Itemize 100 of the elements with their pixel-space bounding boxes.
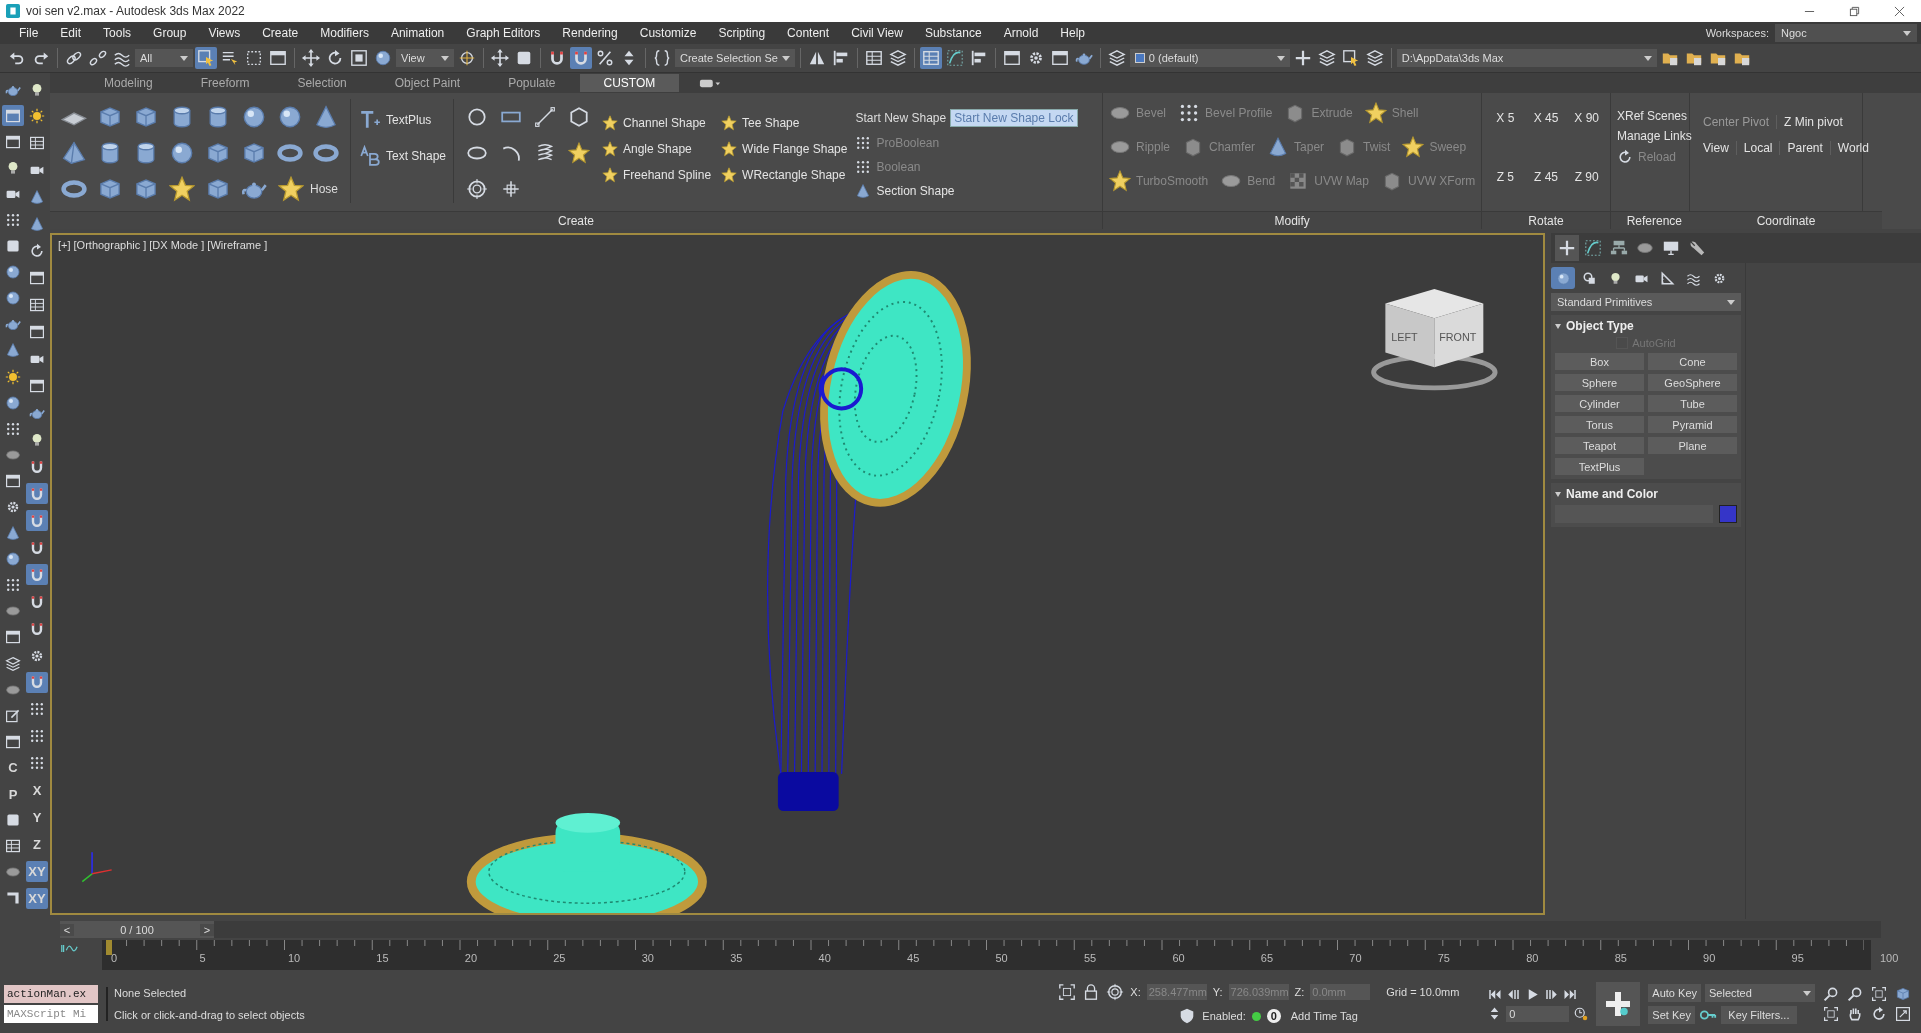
time-slider-track[interactable]: < 0 / 100 > <box>60 921 1881 938</box>
add-time-tag-button[interactable]: Add Time Tag <box>1286 1010 1358 1022</box>
object-type-button[interactable]: TextPlus <box>1555 458 1644 475</box>
ribbon-button[interactable]: Freehand Spline <box>602 167 712 183</box>
view-cube-label[interactable]: FRONT <box>1439 330 1477 343</box>
maxscript-mini-field[interactable]: MAXScript Mi <box>4 1005 98 1023</box>
magnet-icon[interactable] <box>26 564 48 586</box>
menu-item[interactable]: File <box>8 26 50 40</box>
close-icon[interactable] <box>1894 5 1905 17</box>
set-keys-icon[interactable] <box>1596 982 1641 1026</box>
auto-key-button[interactable]: Auto Key <box>1648 984 1701 1002</box>
move-icon[interactable] <box>300 47 322 69</box>
menu-item[interactable]: Views <box>197 26 252 40</box>
menu-item[interactable]: Animation <box>379 26 456 40</box>
ribbon-tab[interactable]: Object Paint <box>370 74 485 92</box>
ribbon-button[interactable]: Section Shape <box>855 183 1078 199</box>
current-frame-field[interactable]: 0 <box>1506 1005 1570 1022</box>
ribbon-toggle-icon[interactable] <box>699 77 722 89</box>
object-type-button[interactable]: Tube <box>1648 395 1737 412</box>
menu-item[interactable]: Civil View <box>840 26 914 40</box>
ribbon-button[interactable]: Tee Shape <box>721 115 848 131</box>
ribbon-button[interactable]: TextPlus <box>359 109 445 131</box>
menu-item[interactable]: Modifiers <box>309 26 380 40</box>
object-type-button[interactable]: GeoSphere <box>1648 374 1737 391</box>
toolbar-dropdown[interactable]: All <box>135 49 193 67</box>
move-icon[interactable] <box>489 47 511 69</box>
ribbon-button[interactable]: WRectangle Shape <box>721 167 848 183</box>
menu-item[interactable]: Scripting <box>707 26 777 40</box>
workspaces-dropdown[interactable]: Ngoc <box>1775 24 1917 42</box>
rotate-button[interactable]: Z 45 <box>1528 170 1564 184</box>
select-icon[interactable] <box>195 47 217 69</box>
menu-item[interactable]: Group <box>142 26 198 40</box>
viewport-label[interactable]: [Orthographic ] <box>73 239 147 251</box>
ribbon-tab[interactable]: Populate <box>484 74 580 92</box>
menu-item[interactable]: Rendering <box>551 26 629 40</box>
rotate-button[interactable]: Z 90 <box>1569 170 1604 184</box>
next-frame-button[interactable]: > <box>200 923 214 936</box>
enabled-indicator[interactable] <box>1251 1011 1261 1021</box>
table-icon[interactable] <box>919 47 942 69</box>
ribbon-button[interactable]: Wide Flange Shape <box>721 141 848 157</box>
previous-frame-button[interactable]: < <box>60 923 74 936</box>
category-dropdown[interactable]: Standard Primitives <box>1551 293 1741 311</box>
current-frame-marker[interactable] <box>106 940 112 955</box>
object-type-button[interactable]: Teapot <box>1555 437 1644 454</box>
key-filters-button[interactable]: Key Filters... <box>1720 1006 1797 1024</box>
viewport-label[interactable]: [Wireframe ] <box>207 239 268 251</box>
coordinate-system-button[interactable]: Parent <box>1779 141 1830 155</box>
magnet-icon[interactable] <box>26 510 48 532</box>
rotate-button[interactable]: Z 5 <box>1488 170 1523 184</box>
plus-icon[interactable] <box>1555 235 1579 261</box>
object-type-button[interactable]: Torus <box>1555 416 1644 433</box>
rotate-button[interactable]: X 45 <box>1528 111 1564 125</box>
rollout-arrow-icon[interactable] <box>1555 491 1561 497</box>
object-color-swatch[interactable] <box>1719 505 1737 523</box>
axis-constraint-button[interactable]: P <box>2 783 24 805</box>
project-path-dropdown[interactable]: D:\AppData\3ds Max <box>1396 49 1657 67</box>
hose-button[interactable]: Hose <box>272 171 344 207</box>
viewport-label[interactable]: [+] <box>58 239 71 251</box>
menu-item[interactable]: Tools <box>92 26 143 40</box>
menu-item[interactable]: Content <box>776 26 841 40</box>
fan-wireframe-drawing[interactable] <box>466 270 971 913</box>
magnet-icon[interactable] <box>26 671 48 693</box>
object-type-button[interactable]: Sphere <box>1555 374 1644 391</box>
rollout-arrow-icon[interactable] <box>1555 323 1561 329</box>
rollout-title[interactable]: Name and Color <box>1566 487 1658 501</box>
scale-icon[interactable] <box>348 47 370 69</box>
ribbon-tab[interactable]: Modeling <box>80 74 177 92</box>
viewport[interactable]: [+] [Orthographic ] [DX Mode ] [Wireframe ] LEFT FRONT <box>50 233 1545 915</box>
viewport-label[interactable]: [DX Mode ] <box>149 239 205 251</box>
time-slider[interactable]: < 0 / 100 > <box>60 921 214 938</box>
ribbon-button[interactable]: Text Shape <box>359 145 445 167</box>
toolbar-dropdown[interactable]: View <box>396 49 454 67</box>
rollout-title[interactable]: Object Type <box>1566 319 1634 333</box>
ribbon-tab[interactable]: Freeform <box>176 74 274 92</box>
magnet-icon[interactable] <box>570 47 592 69</box>
view-cube-label[interactable]: LEFT <box>1391 330 1418 343</box>
maxscript-listener-field[interactable]: actionMan.ex <box>4 985 98 1003</box>
curve-editor-icon[interactable] <box>60 943 78 954</box>
layer-dropdown[interactable]: 0 (default) <box>1129 49 1290 67</box>
menu-item[interactable]: Edit <box>49 26 93 40</box>
menu-item[interactable]: Help <box>1049 26 1096 40</box>
toolbar-dropdown[interactable]: Create Selection Se <box>675 49 795 67</box>
object-type-button[interactable]: Cylinder <box>1555 395 1644 412</box>
menu-item[interactable]: Create <box>251 26 310 40</box>
reference-button[interactable]: XRef Scenes <box>1617 109 1688 123</box>
menu-item[interactable]: Arnold <box>992 26 1050 40</box>
object-type-button[interactable]: Plane <box>1648 437 1737 454</box>
axis-constraint-button[interactable]: C <box>2 757 24 779</box>
pivot-button[interactable]: Z Min pivot <box>1776 115 1850 129</box>
rotate-button[interactable]: X 5 <box>1488 111 1523 125</box>
coordinate-system-button[interactable]: World <box>1829 141 1876 155</box>
axis-constraint-button[interactable]: Z <box>26 833 48 855</box>
ribbon-tab[interactable]: CUSTOM <box>579 74 680 92</box>
menu-item[interactable]: Graph Editors <box>455 26 552 40</box>
menu-item[interactable]: Substance <box>913 26 993 40</box>
set-key-button[interactable]: Set Key <box>1648 1006 1695 1024</box>
time-configuration-icon[interactable] <box>1573 1006 1589 1021</box>
ribbon-button[interactable]: Channel Shape <box>602 115 712 131</box>
object-type-button[interactable]: Cone <box>1648 353 1737 370</box>
rotate-button[interactable]: X 90 <box>1569 111 1604 125</box>
